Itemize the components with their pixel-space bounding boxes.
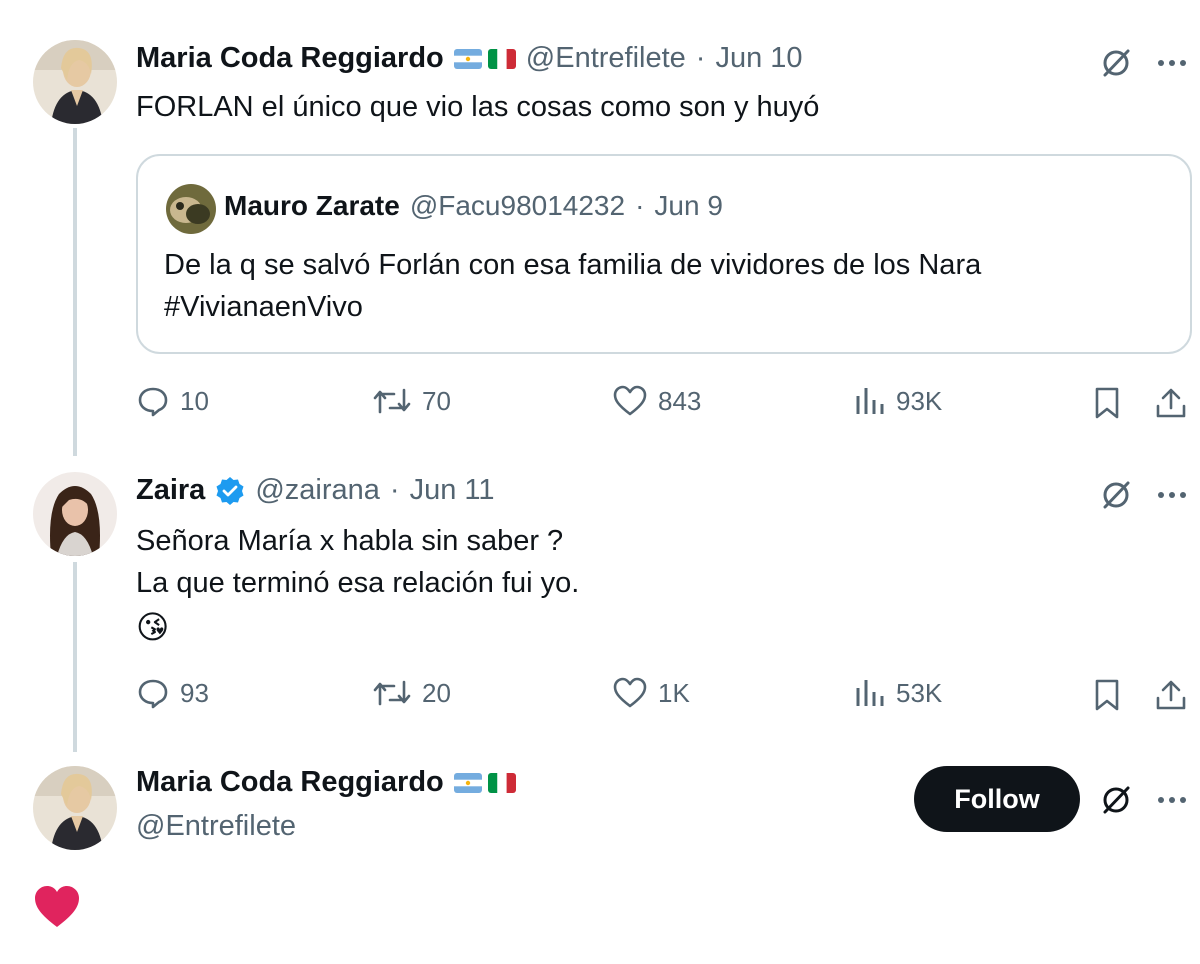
views-button[interactable]: 53K <box>854 676 942 710</box>
grok-icon[interactable] <box>1098 782 1134 818</box>
repost-button[interactable]: 20 <box>372 676 451 710</box>
like-icon <box>613 677 647 708</box>
like-icon <box>613 385 647 416</box>
views-count: 93K <box>896 385 943 416</box>
separator: · <box>389 474 400 506</box>
like-button[interactable]: 1K <box>612 676 690 710</box>
reply-button[interactable]: 93 <box>136 676 209 710</box>
author-name[interactable]: Maria Coda Reggiardo <box>136 42 444 75</box>
timestamp[interactable]: Jun 10 <box>715 42 802 75</box>
reply-count: 93 <box>180 677 209 708</box>
reply-button[interactable]: 10 <box>136 384 209 418</box>
like-button[interactable]: 843 <box>612 384 701 418</box>
heart-icon <box>32 884 82 930</box>
italy-flag-icon <box>487 772 516 793</box>
bookmark-icon[interactable] <box>1090 676 1124 714</box>
quote-avatar <box>166 184 216 234</box>
author-handle[interactable]: @Entrefilete <box>526 42 686 75</box>
tweet-header: Zaira @zairana · Jun 11 <box>136 474 494 507</box>
tweet-header: Maria Coda Reggiardo @Entrefilete · Jun … <box>136 42 803 75</box>
views-icon <box>856 388 884 414</box>
more-icon[interactable] <box>1154 782 1190 818</box>
tweet-text-line-1: Señora María x habla sin saber ? <box>136 525 564 557</box>
more-icon[interactable] <box>1154 45 1190 81</box>
avatar[interactable] <box>33 472 117 556</box>
argentina-flag-icon <box>453 772 482 793</box>
repost-icon <box>373 680 411 706</box>
like-count: 1K <box>658 677 690 708</box>
repost-icon <box>373 388 411 414</box>
bookmark-icon[interactable] <box>1090 384 1124 422</box>
views-icon <box>856 680 884 706</box>
thread-line <box>73 128 77 456</box>
tweet-text: FORLAN el único que vio las cosas como s… <box>136 91 820 123</box>
quoted-tweet[interactable]: Mauro Zarate @Facu98014232 · Jun 9 De la… <box>136 154 1192 354</box>
author-handle[interactable]: @Entrefilete <box>136 810 296 843</box>
quote-text-line-1: De la q se salvó Forlán con esa familia … <box>164 249 982 281</box>
reply-count: 10 <box>180 385 209 416</box>
repost-button[interactable]: 70 <box>372 384 451 418</box>
reply-icon <box>138 387 168 417</box>
argentina-flag-icon <box>453 48 482 69</box>
author-name[interactable]: Maria Coda Reggiardo <box>136 766 444 799</box>
quote-timestamp: Jun 9 <box>654 190 723 221</box>
thread-line <box>73 562 77 752</box>
quote-author-handle: @Facu98014232 <box>409 190 626 221</box>
grok-icon[interactable] <box>1098 45 1134 81</box>
follow-button[interactable]: Follow <box>914 766 1080 832</box>
views-button[interactable]: 93K <box>854 384 942 418</box>
quote-author-name: Mauro Zarate <box>224 190 400 221</box>
views-count: 53K <box>896 677 943 708</box>
repost-count: 20 <box>422 677 451 708</box>
kiss-emoji: 😘 <box>136 609 170 645</box>
separator: · <box>635 190 645 221</box>
share-icon[interactable] <box>1152 384 1190 422</box>
repost-count: 70 <box>422 385 451 416</box>
flag-emojis <box>453 48 516 69</box>
avatar[interactable] <box>33 766 117 850</box>
profile-header: Maria Coda Reggiardo <box>136 766 516 799</box>
timestamp[interactable]: Jun 11 <box>410 474 495 507</box>
avatar[interactable] <box>33 40 117 124</box>
author-name[interactable]: Zaira <box>136 474 205 507</box>
italy-flag-icon <box>487 48 516 69</box>
author-handle[interactable]: @zairana <box>255 474 380 507</box>
tweet-text-line-2: La que terminó esa relación fui yo. <box>136 567 580 599</box>
like-count: 843 <box>658 385 702 416</box>
separator: · <box>695 42 706 74</box>
quote-hashtag[interactable]: #VivianaenVivo <box>164 286 363 328</box>
share-icon[interactable] <box>1152 676 1190 714</box>
flag-emojis <box>453 772 516 793</box>
more-icon[interactable] <box>1154 477 1190 513</box>
verified-badge-icon <box>215 476 245 506</box>
reply-icon <box>138 679 168 709</box>
grok-icon[interactable] <box>1098 477 1134 513</box>
quote-header: Mauro Zarate @Facu98014232 · Jun 9 <box>224 190 723 222</box>
